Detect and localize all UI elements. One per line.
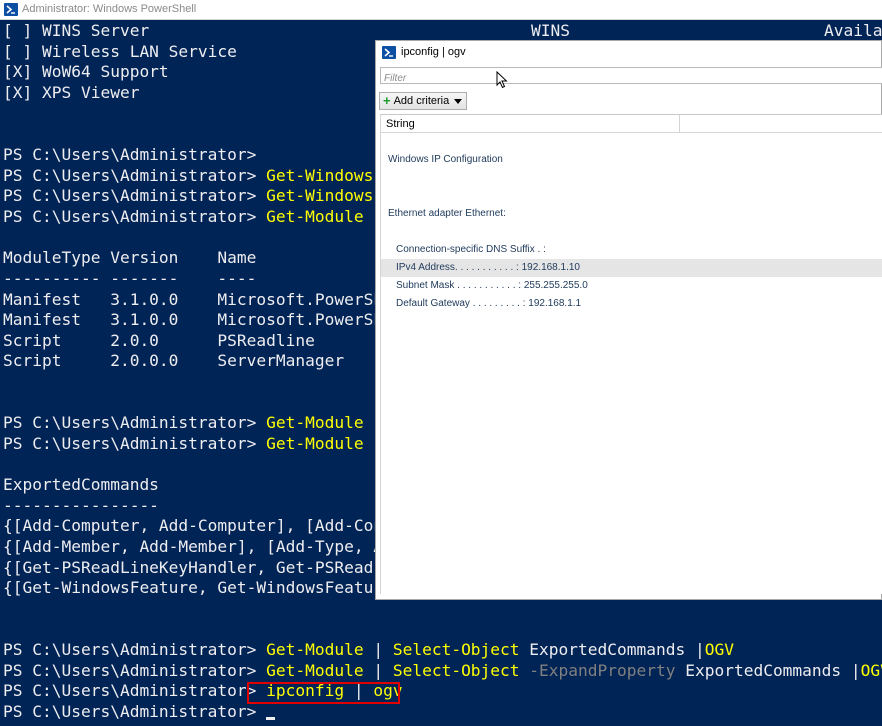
console-line: ModuleType Version Name bbox=[3, 248, 257, 267]
grid-header: String bbox=[381, 115, 882, 133]
grid-row[interactable]: Windows IP Configuration bbox=[381, 151, 882, 169]
results-grid[interactable]: String Windows IP Configuration Ethernet… bbox=[380, 114, 882, 594]
console-line: ---------- ------- ---- bbox=[3, 269, 257, 288]
text-cursor bbox=[266, 717, 276, 720]
console-line-col: Availa bbox=[824, 21, 882, 40]
filter-box[interactable] bbox=[380, 67, 882, 86]
console-line: PS C:\Users\Administrator> Get-Module |( bbox=[3, 413, 393, 432]
console-line: ExportedCommands bbox=[3, 475, 159, 494]
ogv-titlebar[interactable]: ipconfig | ogv bbox=[376, 41, 881, 65]
console-line: [ ] Wireless LAN Service bbox=[3, 42, 237, 61]
console-line: [X] WoW64 Support bbox=[3, 62, 169, 81]
console-line: PS C:\Users\Administrator> bbox=[3, 145, 257, 164]
plus-icon: + bbox=[383, 93, 391, 108]
console-line: PS C:\Users\Administrator> Get-WindowsFe bbox=[3, 186, 393, 205]
console-line: ---------------- bbox=[3, 496, 159, 515]
console-line: Manifest 3.1.0.0 Microsoft.PowerShe bbox=[3, 290, 393, 309]
console-line: PS C:\Users\Administrator> Get-Module | bbox=[3, 434, 384, 453]
add-criteria-button[interactable]: + Add criteria bbox=[379, 92, 468, 110]
console-line-current[interactable]: PS C:\Users\Administrator> bbox=[3, 702, 276, 722]
console-line: PS C:\Users\Administrator> Get-Module | … bbox=[3, 661, 882, 680]
console-line: PS C:\Users\Administrator> Get-WindowsFe bbox=[3, 166, 393, 185]
grid-row[interactable]: Connection-specific DNS Suffix . : bbox=[381, 241, 882, 259]
chevron-down-icon bbox=[454, 98, 463, 104]
powershell-icon bbox=[382, 46, 396, 59]
grid-row-selected[interactable]: IPv4 Address. . . . . . . . . . . : 192.… bbox=[381, 259, 882, 277]
ogv-window[interactable]: ipconfig | ogv + Add criteria String Win… bbox=[375, 40, 882, 600]
add-criteria-label: Add criteria bbox=[393, 95, 450, 107]
powershell-titlebar[interactable]: Administrator: Windows PowerShell bbox=[0, 0, 882, 20]
ogv-window-title: ipconfig | ogv bbox=[401, 46, 466, 58]
console-line-col: WINS bbox=[531, 21, 570, 40]
grid-row[interactable]: Ethernet adapter Ethernet: bbox=[381, 205, 882, 223]
powershell-window-title: Administrator: Windows PowerShell bbox=[22, 3, 197, 15]
console-line: [X] XPS Viewer bbox=[3, 83, 140, 102]
mouse-pointer-icon bbox=[496, 71, 508, 89]
console-line: {[Add-Computer, Add-Computer], [Add-Con bbox=[3, 516, 384, 535]
console-line: Script 2.0.0 PSReadline bbox=[3, 331, 315, 350]
console-line: PS C:\Users\Administrator> Get-Module bbox=[3, 207, 364, 226]
highlight-annotation bbox=[247, 682, 400, 704]
console-line: Script 2.0.0.0 ServerManager bbox=[3, 351, 345, 370]
console-line: [ ] WINS Server bbox=[3, 21, 150, 40]
console-line: Manifest 3.1.0.0 Microsoft.PowerShe bbox=[3, 310, 393, 329]
console-line: PS C:\Users\Administrator> Get-Module | … bbox=[3, 640, 734, 659]
grid-row[interactable]: Subnet Mask . . . . . . . . . . . : 255.… bbox=[381, 277, 882, 295]
console-line: {[Add-Member, Add-Member], [Add-Type, Ad bbox=[3, 537, 393, 556]
filter-input[interactable] bbox=[381, 71, 867, 86]
grid-row[interactable]: Default Gateway . . . . . . . . . : 192.… bbox=[381, 295, 882, 313]
column-header-string[interactable]: String bbox=[381, 115, 680, 132]
powershell-icon bbox=[4, 3, 18, 16]
